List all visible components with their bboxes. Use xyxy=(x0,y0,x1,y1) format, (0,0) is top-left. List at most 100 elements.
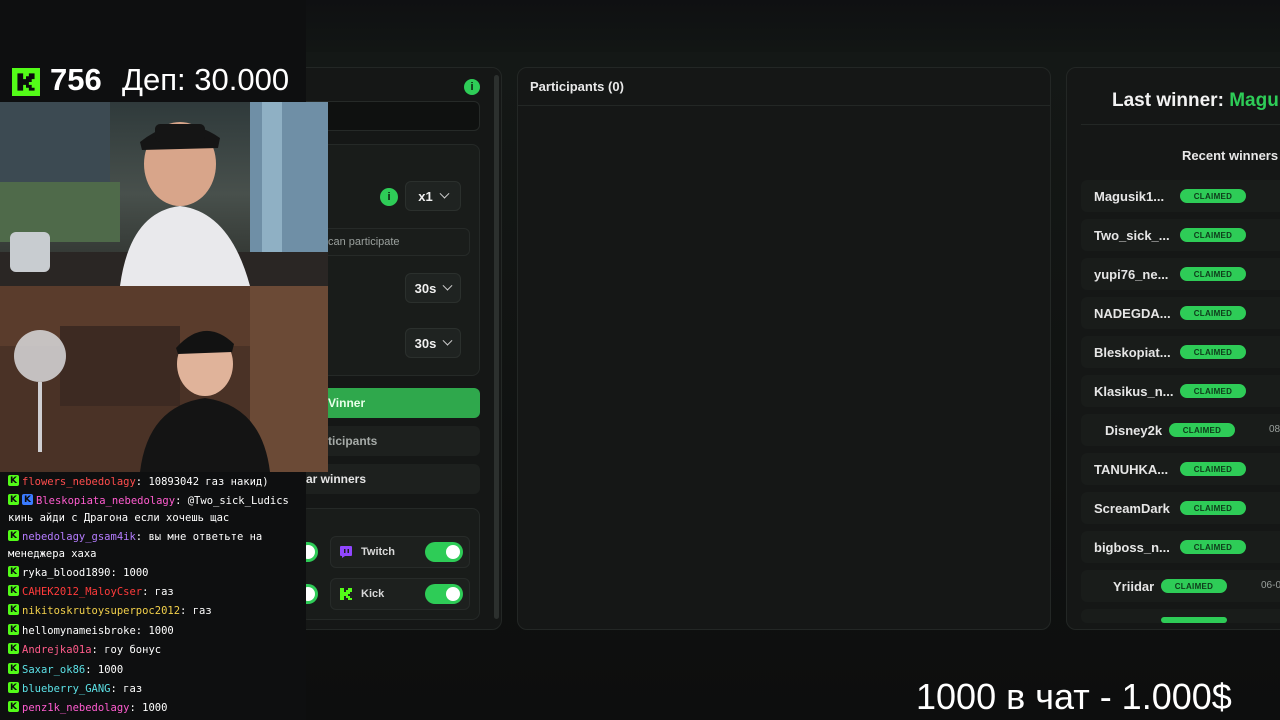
chat-message: ryka_blood1890: 1000 xyxy=(8,564,316,582)
claimed-badge: CLAIMED xyxy=(1169,423,1235,437)
claimed-badge: CLAIMED xyxy=(1180,345,1246,359)
chat-user[interactable]: Andrejka01a xyxy=(22,644,92,656)
timer-select-2[interactable]: 30s xyxy=(405,328,461,358)
chat-user[interactable]: nebedolagy_gsam4ik xyxy=(22,531,136,543)
claimed-badge: CLAIMED xyxy=(1180,267,1246,281)
winner-row: Klasikus_n... CLAIMED xyxy=(1081,375,1280,407)
chat-user[interactable]: blueberry_GANG xyxy=(22,683,111,695)
timer-value-2: 30s xyxy=(414,335,437,351)
timer-select-1[interactable]: 30s xyxy=(405,273,461,303)
winner-row: bigboss_n... CLAIMED xyxy=(1081,531,1280,563)
info-icon[interactable]: i xyxy=(380,188,398,206)
bottom-overlay-text: 1000 в чат - 1.000$ xyxy=(916,676,1232,717)
chat-message: penz1k_nebedolagy: 1000 xyxy=(8,699,316,717)
webcam-streamer xyxy=(0,102,328,286)
winner-row xyxy=(1081,609,1280,623)
chevron-down-icon xyxy=(442,335,453,346)
top-bar-background xyxy=(306,0,1280,52)
claimed-badge: CLAIMED xyxy=(1180,540,1246,554)
chat-user[interactable]: flowers_nebedolagy xyxy=(22,476,136,488)
kick-badge-icon xyxy=(8,528,19,545)
winner-name: NADEGDA... xyxy=(1094,306,1171,321)
kick-logo-icon xyxy=(12,68,40,96)
winner-row: Magusik1... CLAIMED xyxy=(1081,180,1280,212)
chat-user[interactable]: Bleskopiata_nebedolagy xyxy=(36,495,175,507)
chevron-down-icon xyxy=(439,188,450,199)
kick-badge-icon xyxy=(8,680,19,697)
claimed-badge: CLAIMED xyxy=(1180,462,1246,476)
settings-scrollbar[interactable] xyxy=(494,75,499,619)
chat-user[interactable]: nikitoskrutoysuperpoc2012 xyxy=(22,605,180,617)
winner-row: yupi76_ne... CLAIMED xyxy=(1081,258,1280,290)
winner-row: Two_sick_... CLAIMED xyxy=(1081,219,1280,251)
winner-row: ScreamDark CLAIMED xyxy=(1081,492,1280,524)
winner-row: NADEGDA... CLAIMED xyxy=(1081,297,1280,329)
chat-user[interactable]: CAHEK2012_MaloyCser xyxy=(22,586,142,598)
kick-badge-icon xyxy=(8,602,19,619)
kick-badge-icon xyxy=(8,564,19,581)
claimed-badge: CLAIMED xyxy=(1180,384,1246,398)
chat-message: Bleskopiata_nebedolagy: @Two_sick_Ludics… xyxy=(8,492,316,527)
twitch-icon xyxy=(340,546,352,558)
winner-name: Bleskopiat... xyxy=(1094,345,1171,360)
chat-user[interactable]: penz1k_nebedolagy xyxy=(22,702,129,714)
chat-user[interactable]: hellomynameisbroke xyxy=(22,625,136,637)
webcam-second xyxy=(0,286,328,472)
last-winner: Last winner: Magu xyxy=(1112,90,1279,112)
chat-user[interactable]: Saxar_ok86 xyxy=(22,664,85,676)
winner-date: 06-0 xyxy=(1261,580,1280,591)
chat-message: nebedolagy_gsam4ik: вы мне ответьте на м… xyxy=(8,528,316,563)
chevron-down-icon xyxy=(442,280,453,291)
multiplier-select[interactable]: x1 xyxy=(405,181,461,211)
winner-name: Yriidar xyxy=(1113,579,1155,594)
winner-row: Yriidar CLAIMED 06-0 xyxy=(1081,570,1280,602)
kick-badge-icon xyxy=(8,473,19,490)
chat-text: 10893042 газ накид) xyxy=(148,476,269,488)
winner-row: Bleskopiat... CLAIMED xyxy=(1081,336,1280,368)
kick-icon xyxy=(340,588,352,600)
winner-name: bigboss_n... xyxy=(1094,540,1170,555)
chat-message: Saxar_ok86: 1000 xyxy=(8,661,316,679)
chat-text: 1000 xyxy=(123,567,149,579)
chat-text: гоу бонус xyxy=(104,644,162,656)
chat-text: 1000 xyxy=(142,702,168,714)
winner-name: ScreamDark xyxy=(1094,501,1170,516)
winner-date: 08 xyxy=(1269,424,1280,435)
info-icon[interactable]: i xyxy=(464,79,480,95)
winner-name: Magusik1... xyxy=(1094,189,1165,204)
claimed-badge: CLAIMED xyxy=(1180,228,1246,242)
chat-message: hellomynameisbroke: 1000 xyxy=(8,622,316,640)
kick-badge-icon xyxy=(8,699,19,716)
participate-text: can participate xyxy=(328,236,400,248)
twitch-toggle[interactable] xyxy=(425,542,463,562)
participants-button-label: ticipants xyxy=(328,434,378,448)
claimed-badge: CLAIMED xyxy=(1180,306,1246,320)
participants-title: Participants (0) xyxy=(518,68,1050,106)
platform-name: Kick xyxy=(361,588,385,600)
claimed-badge: CLAIMED xyxy=(1180,501,1246,515)
chat-message: CAHEK2012_MaloyCser: газ xyxy=(8,583,316,601)
divider xyxy=(1081,124,1280,125)
kick-badge-icon xyxy=(8,661,19,678)
chat-text: 1000 xyxy=(148,625,174,637)
pick-winner-label: Vinner xyxy=(328,396,366,410)
kick-badge-icon xyxy=(8,492,19,509)
winner-name: Disney2k xyxy=(1105,423,1163,438)
subscriber-badge-icon xyxy=(22,492,33,509)
viewer-count: 756 xyxy=(50,62,102,97)
winner-name: Klasikus_n... xyxy=(1094,384,1174,399)
last-winner-name: Magu xyxy=(1229,90,1279,111)
chat-text: газ xyxy=(123,683,143,695)
kick-badge-icon xyxy=(8,583,19,600)
chat-message: nikitoskrutoysuperpoc2012: газ xyxy=(8,602,316,620)
participants-panel: Participants (0) xyxy=(517,67,1051,630)
winner-name: yupi76_ne... xyxy=(1094,267,1169,282)
winner-row: TANUHKA... CLAIMED xyxy=(1081,453,1280,485)
chat-user[interactable]: ryka_blood1890 xyxy=(22,567,111,579)
deposit-text: Деп: 30.000 xyxy=(122,62,290,97)
kick-toggle[interactable] xyxy=(425,584,463,604)
platform-name: Twitch xyxy=(361,546,396,558)
winner-row: Disney2k CLAIMED 08 xyxy=(1081,414,1280,446)
winner-name: TANUHKA... xyxy=(1094,462,1169,477)
winners-panel: Last winner: Magu Recent winners Magusik… xyxy=(1066,67,1280,630)
